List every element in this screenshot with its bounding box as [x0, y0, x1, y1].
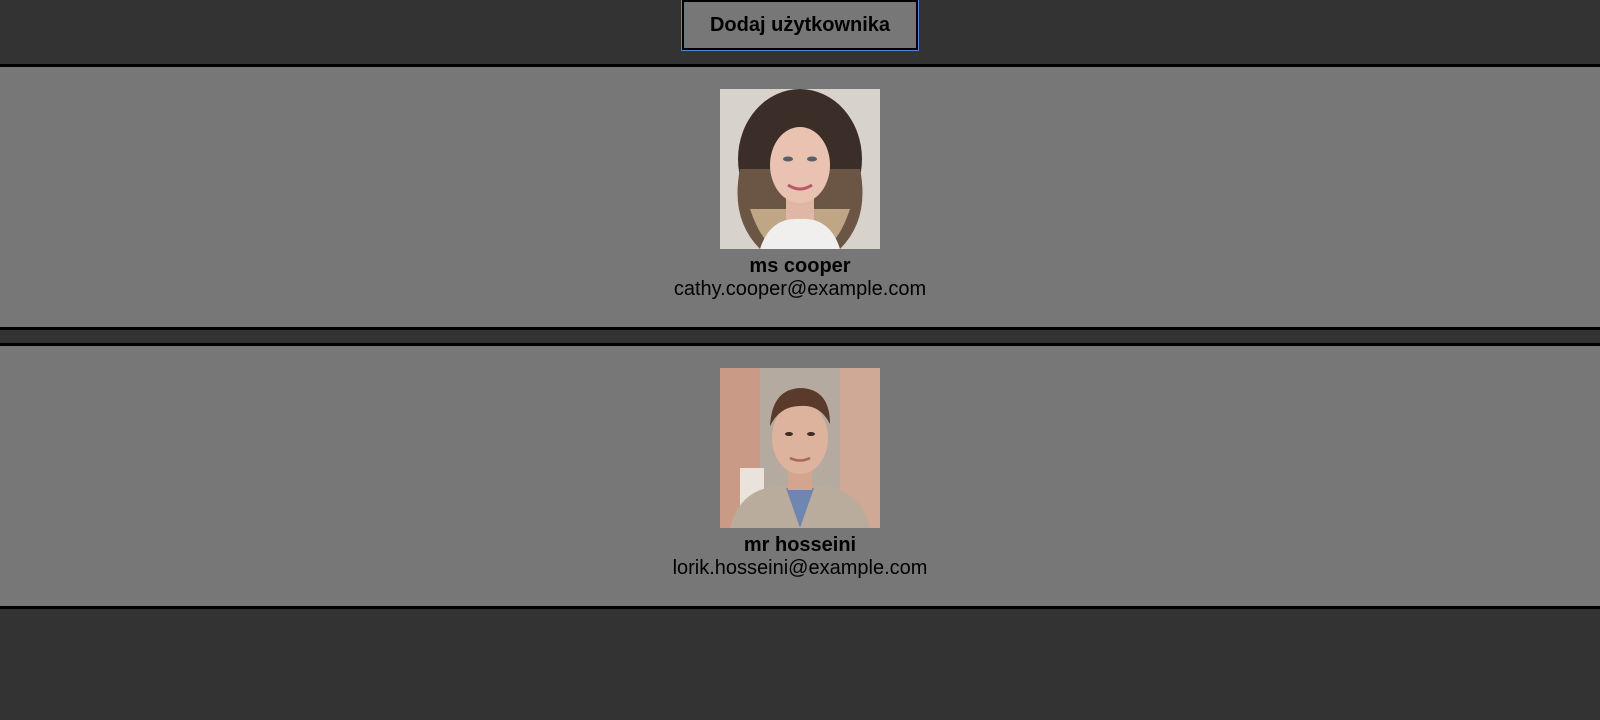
user-email: lorik.hosseini@example.com [672, 557, 928, 579]
user-avatar [720, 89, 880, 249]
top-bar: Dodaj użytkownika [0, 0, 1600, 64]
user-card: mr hosseini lorik.hosseini@example.com [0, 343, 1600, 609]
user-card: ms cooper cathy.cooper@example.com [0, 64, 1600, 330]
add-user-button[interactable]: Dodaj użytkownika [681, 0, 919, 51]
user-email: cathy.cooper@example.com [673, 278, 927, 300]
user-avatar [720, 368, 880, 528]
user-name: mr hosseini [743, 534, 857, 556]
user-name: ms cooper [749, 255, 851, 277]
